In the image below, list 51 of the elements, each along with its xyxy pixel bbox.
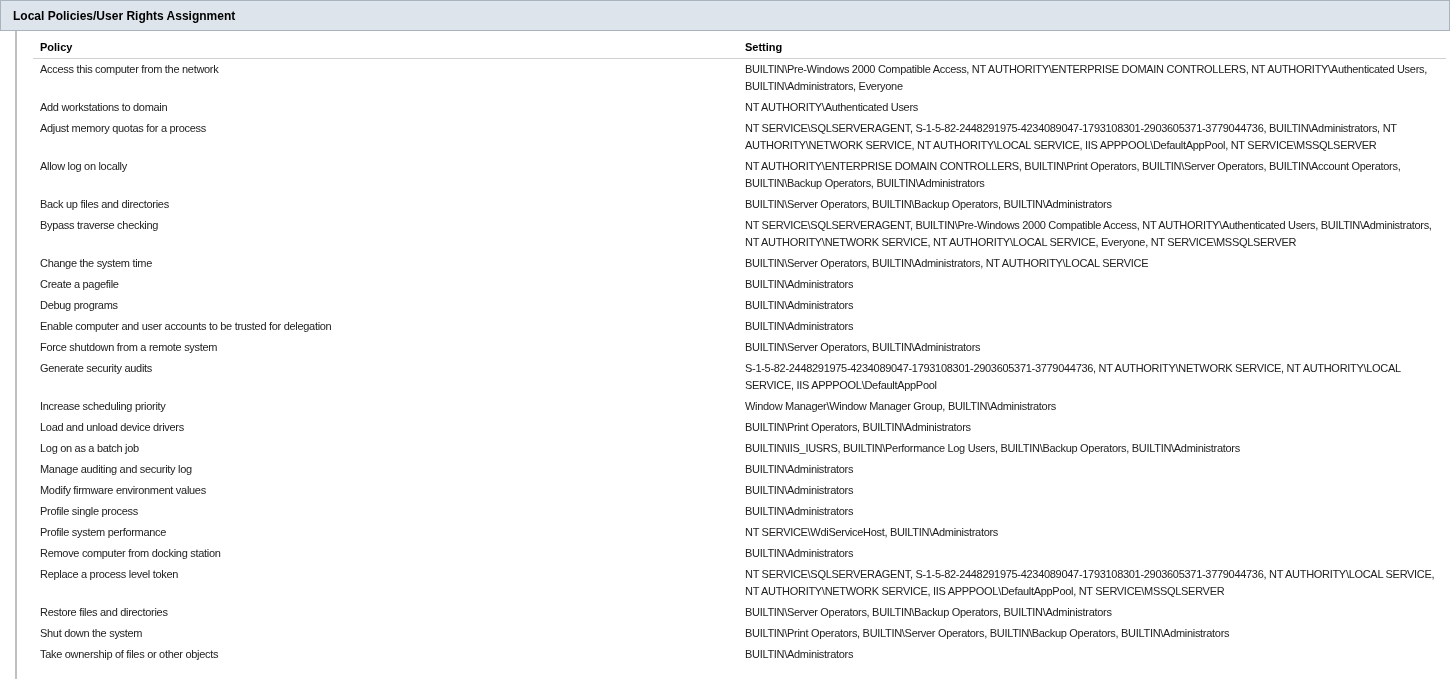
setting-cell-text: BUILTIN\Server Operators, BUILTIN\Backup Operators, BUILTIN\Administrators — [744, 197, 1113, 212]
policy-cell-text: Load and unload device drivers — [39, 420, 185, 435]
setting-cell-text: NT SERVICE\SQLSERVERAGENT, S-1-5-82-2448291975-4234089047-1793108301-2903605371-3779044736, NT AUTHORITY\LOCAL SERVICE, NT AUTHORITY\NETWORK SERVICE, IIS APPPOOL\DefaultAppPool, NT SERVICE\MSSQLSERVER — [744, 567, 1436, 599]
policy-cell-text: Manage auditing and security log — [39, 462, 193, 477]
policy-cell-text: Modify firmware environment values — [39, 483, 207, 498]
setting-cell-text: BUILTIN\Administrators — [744, 647, 855, 662]
setting-cell-text: BUILTIN\Administrators — [744, 504, 855, 519]
setting-cell-text: BUILTIN\Server Operators, BUILTIN\Administrators — [744, 340, 982, 355]
setting-cell: BUILTIN\Pre-Windows 2000 Compatible Access, NT AUTHORITY\ENTERPRISE DOMAIN CONTROLLERS, NT AUTHORITY\Authenticated Users, BUILTIN\Administrators, Everyone — [738, 58, 1446, 97]
setting-cell-text: BUILTIN\Administrators — [744, 319, 855, 334]
policy-cell-text: Remove computer from docking station — [39, 546, 222, 561]
policy-cell-text: Profile system performance — [39, 525, 168, 540]
setting-cell-text: BUILTIN\Server Operators, BUILTIN\Administrators, NT AUTHORITY\LOCAL SERVICE — [744, 256, 1150, 271]
policy-cell-text: Enable computer and user accounts to be trusted for delegation — [39, 319, 333, 334]
policy-cell-text: Bypass traverse checking — [39, 218, 160, 233]
setting-cell-text: BUILTIN\Server Operators, BUILTIN\Backup Operators, BUILTIN\Administrators — [744, 605, 1113, 620]
policy-cell-text: Increase scheduling priority — [39, 399, 167, 414]
policy-cell-text: Restore files and directories — [39, 605, 169, 620]
policy-cell-text: Shut down the system — [39, 626, 144, 641]
policy-cell-text: Adjust memory quotas for a process — [39, 121, 207, 136]
setting-cell-text: BUILTIN\Administrators — [744, 277, 855, 292]
policy-cell-text: Force shutdown from a remote system — [39, 340, 219, 355]
setting-cell-text: BUILTIN\Print Operators, BUILTIN\Administrators — [744, 420, 972, 435]
setting-cell-text: BUILTIN\Administrators — [744, 298, 855, 313]
setting-cell-text: BUILTIN\IIS_IUSRS, BUILTIN\Performance Log Users, BUILTIN\Backup Operators, BUILTIN\Administrators — [744, 441, 1241, 456]
policy-cell-text: Back up files and directories — [39, 197, 170, 212]
setting-cell-text: NT SERVICE\SQLSERVERAGENT, S-1-5-82-2448291975-4234089047-1793108301-2903605371-3779044736, BUILTIN\Administrators, NT AUTHORITY\NETWORK SERVICE, NT AUTHORITY\LOCAL SERVICE, IIS APPPOOL\DefaultAppPool, NT SERVICE\MSSQLSERVER — [744, 121, 1398, 153]
policy-cell-text: Create a pagefile — [39, 277, 120, 292]
setting-cell-text: Window Manager\Window Manager Group, BUILTIN\Administrators — [744, 399, 1057, 414]
policy-cell: Access this computer from the network — [33, 58, 738, 97]
policy-cell-text: Change the system time — [39, 256, 153, 271]
setting-cell-text: BUILTIN\Administrators — [744, 462, 855, 477]
setting-cell-text: NT AUTHORITY\ENTERPRISE DOMAIN CONTROLLERS, BUILTIN\Print Operators, BUILTIN\Server Operators, BUILTIN\Account Operators, BUILTIN\Backup Operators, BUILTIN\Administrators — [744, 159, 1402, 191]
policy-cell-text: Replace a process level token — [39, 567, 180, 582]
setting-cell-text: BUILTIN\Print Operators, BUILTIN\Server Operators, BUILTIN\Backup Operators, BUILTIN\Administrators — [744, 626, 1231, 641]
policy-cell-text: Profile single process — [39, 504, 139, 519]
setting-cell-text: NT SERVICE\SQLSERVERAGENT, BUILTIN\Pre-Windows 2000 Compatible Access, NT AUTHORITY\Authenticated Users, BUILTIN\Administrators, NT AUTHORITY\NETWORK SERVICE, NT AUTHORITY\LOCAL SERVICE, Everyone, NT SERVICE\MSSQLSERVER — [744, 218, 1433, 250]
policy-cell-text: Generate security audits — [39, 361, 154, 376]
policy-cell-text: Log on as a batch job — [39, 441, 140, 456]
column-header: Policy — [33, 37, 738, 59]
policy-cell-text: Take ownership of files or other objects — [39, 647, 220, 662]
section-title: Local Policies/User Rights Assignment — [13, 7, 236, 25]
setting-cell-text: NT AUTHORITY\Authenticated Users — [744, 100, 919, 115]
column-header: Setting — [738, 37, 1446, 59]
setting-cell-text: S-1-5-82-2448291975-4234089047-1793108301-2903605371-3779044736, NT AUTHORITY\NETWORK SERVICE, NT AUTHORITY\LOCAL SERVICE, IIS APPPOOL\DefaultAppPool — [744, 361, 1402, 393]
setting-cell-text: BUILTIN\Administrators — [744, 546, 855, 561]
setting-cell-text: BUILTIN\Administrators — [744, 483, 855, 498]
policy-cell-text: Debug programs — [39, 298, 119, 313]
policy-cell-text: Allow log on locally — [39, 159, 128, 174]
policy-cell-text: Add workstations to domain — [39, 100, 169, 115]
setting-cell-text: NT SERVICE\WdiServiceHost, BUILTIN\Administrators — [744, 525, 1000, 540]
